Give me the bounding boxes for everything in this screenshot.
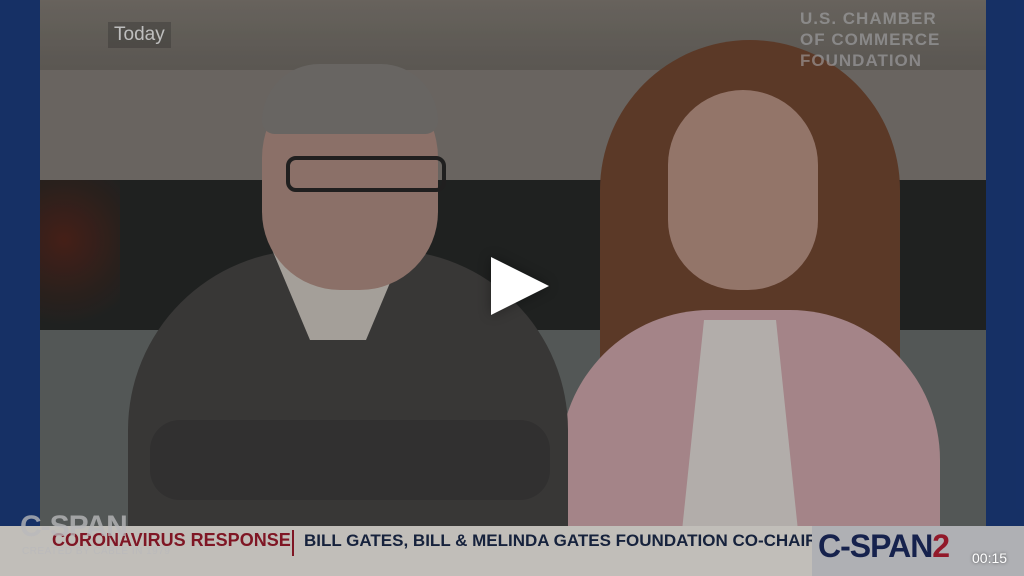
lower-third-headline: BILL GATES, BILL & MELINDA GATES FOUNDAT… [304,531,818,550]
time-display: 00:15 [972,550,1008,566]
cspan-bug-subtext: CREATED BY CABLE IN 1979 [22,546,171,557]
watermark-line: U.S. CHAMBER [800,9,937,28]
cspan2-logo: C-SPAN2 [818,528,950,565]
watermark-line: FOUNDATION [800,51,923,70]
cspan2-logo-number: 2 [932,528,950,564]
play-button[interactable] [470,250,560,322]
play-icon [491,257,549,315]
right-pillarbox [986,0,1024,526]
network-watermark: U.S. CHAMBER OF COMMERCE FOUNDATION [800,8,980,71]
date-label: Today [108,22,171,48]
watermark-line: OF COMMERCE [800,30,941,49]
video-player[interactable]: Today U.S. CHAMBER OF COMMERCE FOUNDATIO… [0,0,1024,576]
cspan2-logo-text: C-SPAN [818,528,933,564]
cspan-bug: C-SPAN [20,510,128,543]
lower-third-separator [292,530,294,556]
left-pillarbox [0,0,40,526]
